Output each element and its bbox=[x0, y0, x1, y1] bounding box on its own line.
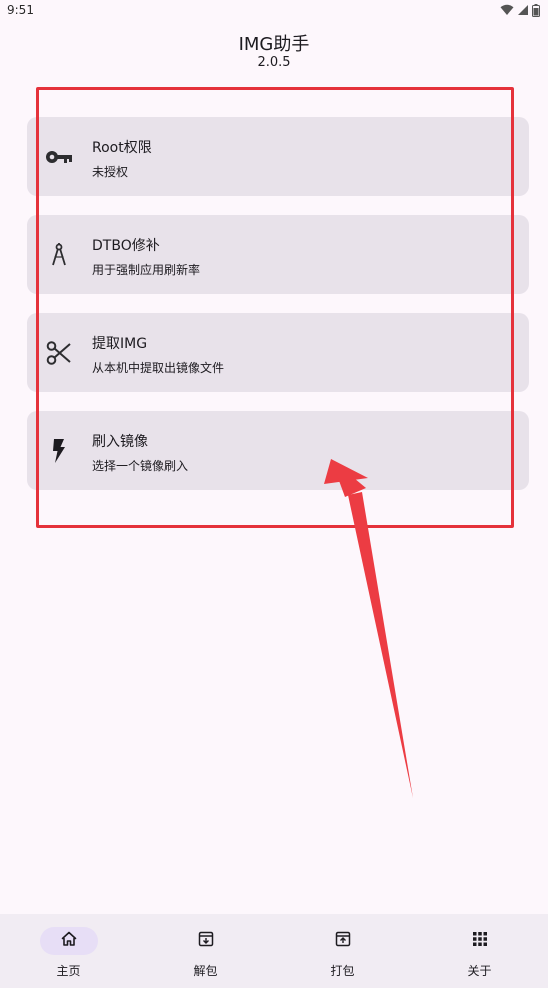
nav-label: 主页 bbox=[56, 964, 81, 978]
unpack-icon bbox=[198, 931, 214, 951]
nav-label: 关于 bbox=[467, 964, 492, 978]
apps-grid-icon bbox=[472, 931, 488, 951]
pack-icon bbox=[335, 931, 351, 951]
signal-icon bbox=[517, 4, 529, 16]
nav-item-pack[interactable]: 打包 bbox=[274, 914, 411, 988]
status-bar: 9:51 bbox=[0, 0, 548, 22]
annotation-highlight-box bbox=[36, 87, 514, 528]
app-title: IMG助手 bbox=[238, 34, 310, 55]
nav-label: 解包 bbox=[193, 964, 218, 978]
nav-item-about[interactable]: 关于 bbox=[411, 914, 548, 988]
nav-icon-holder bbox=[314, 927, 372, 955]
nav-item-unpack[interactable]: 解包 bbox=[137, 914, 274, 988]
bottom-nav: 主页 解包 打包 关于 bbox=[0, 914, 548, 988]
home-icon bbox=[61, 931, 77, 951]
app-version: 2.0.5 bbox=[257, 55, 291, 70]
status-time: 9:51 bbox=[7, 3, 34, 17]
nav-active-indicator bbox=[39, 927, 98, 955]
status-icons bbox=[500, 3, 540, 17]
wifi-icon bbox=[500, 4, 514, 16]
nav-icon-holder bbox=[451, 927, 509, 955]
nav-icon-holder bbox=[177, 927, 235, 955]
nav-item-home[interactable]: 主页 bbox=[0, 914, 137, 988]
nav-label: 打包 bbox=[330, 964, 355, 978]
battery-icon bbox=[532, 3, 540, 17]
